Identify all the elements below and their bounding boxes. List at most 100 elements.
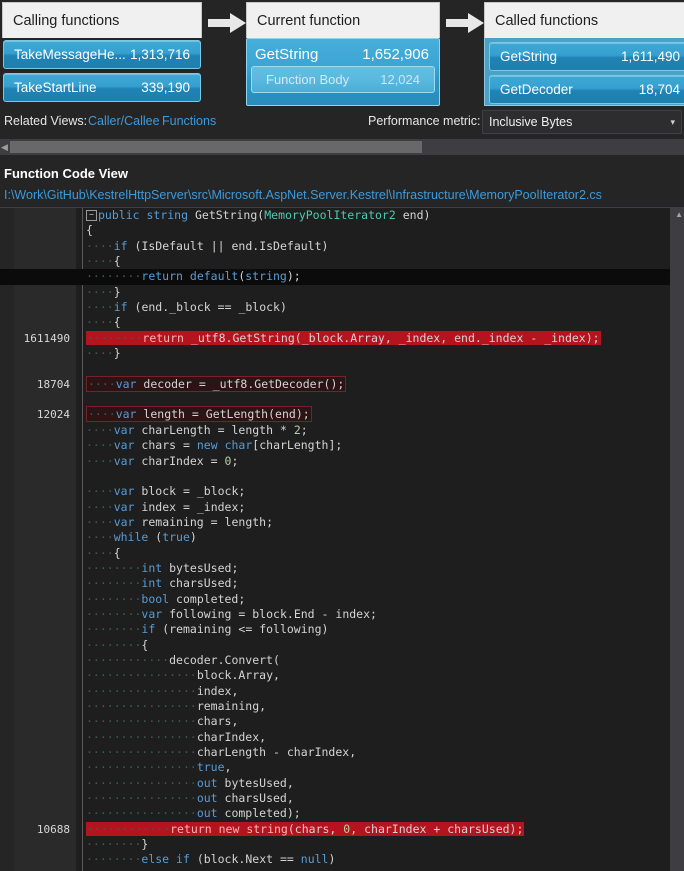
code-line[interactable]: ················chars,	[0, 714, 670, 729]
line-source: ················true,	[86, 760, 232, 775]
warm-line-highlight: ····var decoder = _utf8.GetDecoder();	[86, 375, 347, 392]
related-views-bar: Related Views: Caller/Callee Functions P…	[0, 108, 684, 138]
code-line[interactable]: ················charLength - charIndex,	[0, 745, 670, 760]
performance-metric-select[interactable]: Inclusive Bytes ▾	[482, 110, 682, 134]
line-source: {	[86, 223, 93, 238]
code-editor[interactable]: ▲ − public string GetString(MemoryPoolIte…	[0, 207, 684, 871]
code-line[interactable]: ····{	[0, 315, 670, 330]
line-source: ····}	[86, 346, 121, 361]
called-functions-title: Called functions	[484, 2, 684, 38]
code-line[interactable]: − public string GetString(MemoryPoolItera…	[0, 208, 670, 223]
line-source: ············return new string(chars, 0, …	[86, 821, 525, 837]
code-line[interactable]	[0, 469, 670, 484]
code-line[interactable]: ················block.Array,	[0, 668, 670, 683]
call-graph-strip: Calling functions TakeMessageHe... 1,313…	[0, 0, 684, 108]
fold-toggle-icon[interactable]: −	[86, 210, 97, 221]
code-line[interactable]: ············decoder.Convert(	[0, 653, 670, 668]
related-view-link-functions[interactable]: Functions	[162, 114, 216, 128]
calling-function-item[interactable]: TakeMessageHe... 1,313,716	[3, 40, 201, 69]
code-line[interactable]: ····var index = _index;	[0, 500, 670, 515]
code-line[interactable]: ····{	[0, 546, 670, 561]
code-line[interactable]: ····var remaining = length;	[0, 515, 670, 530]
code-line[interactable]: ········int bytesUsed;	[0, 561, 670, 576]
line-source: ········var following = block.End - inde…	[86, 606, 377, 621]
line-source: ····var remaining = length;	[86, 514, 274, 529]
line-source: ····var index = _index;	[86, 499, 246, 514]
function-code-view-title: Function Code View	[0, 164, 684, 186]
line-cost: 10688	[36, 822, 70, 836]
scroll-left-arrow-icon[interactable]: ◀	[0, 139, 9, 155]
code-line[interactable]: 10688 ············return new string(chars…	[0, 821, 670, 837]
line-cost: 1611490	[23, 331, 70, 345]
code-line[interactable]: ········}	[0, 837, 670, 852]
line-source: ····if (IsDefault || end.IsDefault)	[86, 238, 329, 253]
code-line[interactable]: ····}	[0, 346, 670, 361]
current-function-box[interactable]: GetString 1,652,906 Function Body 12,024	[246, 38, 440, 106]
code-line[interactable]: ····if (end._block == _block)	[0, 300, 670, 315]
code-line[interactable]: ················index,	[0, 684, 670, 699]
line-cost: 18704	[36, 377, 70, 391]
code-line[interactable]: ····{	[0, 254, 670, 269]
code-line[interactable]: ····if (IsDefault || end.IsDefault)	[0, 239, 670, 254]
line-source: ····var block = _block;	[86, 484, 246, 499]
line-source: ········return _utf8.GetString(_block.Ar…	[86, 330, 601, 346]
current-function-title: Current function	[246, 2, 440, 38]
code-line[interactable]: ················out charsUsed,	[0, 791, 670, 806]
related-view-link-caller-callee[interactable]: Caller/Callee	[88, 114, 160, 128]
warm-line-highlight: ····var length = GetLength(end);	[86, 406, 312, 423]
code-line[interactable]: {	[0, 223, 670, 238]
function-body-box[interactable]: Function Body 12,024	[251, 66, 435, 93]
profiler-function-details-window: Calling functions TakeMessageHe... 1,313…	[0, 0, 684, 871]
source-file-path[interactable]: I:\Work\GitHub\KestrelHttpServer\src\Mic…	[0, 186, 684, 208]
calling-function-name: TakeMessageHe...	[14, 47, 126, 62]
scroll-up-arrow-icon[interactable]: ▲	[675, 210, 683, 219]
code-line[interactable]: ················charIndex,	[0, 730, 670, 745]
line-source: ········else if (block.Next == null)	[86, 852, 336, 867]
line-source: ····if (end._block == _block)	[86, 300, 287, 315]
code-line[interactable]: ········var following = block.End - inde…	[0, 607, 670, 622]
line-source: ················index,	[86, 683, 239, 698]
code-line[interactable]: ········bool completed;	[0, 592, 670, 607]
line-source: ····var chars = new char[charLength];	[86, 438, 343, 453]
code-line[interactable]: ················out completed);	[0, 806, 670, 821]
line-source: ····var decoder = _utf8.GetDecoder();	[86, 375, 347, 392]
code-line[interactable]: ········return default(string);	[0, 269, 670, 285]
code-line[interactable]: ········else if (block.Next == null)	[0, 852, 670, 867]
performance-metric-label: Performance metric:	[368, 114, 481, 128]
code-line[interactable]: ················out bytesUsed,	[0, 776, 670, 791]
code-line[interactable]: 18704 ····var decoder = _utf8.GetDecoder(…	[0, 375, 670, 392]
code-line[interactable]: ····var charIndex = 0;	[0, 454, 670, 469]
callgraph-horizontal-scrollbar[interactable]: ◀	[0, 139, 684, 155]
editor-vertical-scrollbar[interactable]: ▲	[670, 208, 684, 871]
scrollbar-thumb[interactable]	[10, 141, 422, 153]
line-cost: 12024	[36, 408, 70, 422]
code-line[interactable]: ····}	[0, 285, 670, 300]
code-line[interactable]: ········{	[0, 638, 670, 653]
line-source: ····{	[86, 315, 121, 330]
code-line[interactable]: ················true,	[0, 760, 670, 775]
code-line[interactable]: ····var charLength = length * 2;	[0, 423, 670, 438]
calling-function-item[interactable]: TakeStartLine 339,190	[3, 73, 201, 102]
code-line[interactable]: ····while (true)	[0, 530, 670, 545]
called-function-name: GetString	[500, 49, 558, 64]
code-line[interactable]: 12024 ····var length = GetLength(end);	[0, 406, 670, 423]
line-source: ················out charsUsed,	[86, 791, 294, 806]
line-source: ········if (remaining <= following)	[86, 622, 329, 637]
line-source: ········int bytesUsed;	[86, 560, 239, 575]
called-function-item[interactable]: GetString 1,611,490	[489, 42, 684, 71]
code-line[interactable]	[0, 392, 670, 407]
code-line[interactable]: ········if (remaining <= following)	[0, 622, 670, 637]
calling-functions-title: Calling functions	[2, 2, 202, 38]
line-source: ················out bytesUsed,	[86, 775, 294, 790]
code-line[interactable]: ····var block = _block;	[0, 484, 670, 499]
called-function-item[interactable]: GetDecoder 18,704	[489, 75, 684, 104]
calling-function-value: 1,313,716	[129, 47, 190, 62]
code-line[interactable]: 1611490 ········return _utf8.GetString(_b…	[0, 330, 670, 346]
line-source: ····{	[86, 254, 121, 269]
code-line[interactable]: ····var chars = new char[charLength];	[0, 438, 670, 453]
line-source: ············decoder.Convert(	[86, 652, 280, 667]
code-line[interactable]: ········int charsUsed;	[0, 576, 670, 591]
code-line[interactable]	[0, 361, 670, 376]
code-lines-container: − public string GetString(MemoryPoolItera…	[0, 208, 670, 871]
code-line[interactable]: ················remaining,	[0, 699, 670, 714]
